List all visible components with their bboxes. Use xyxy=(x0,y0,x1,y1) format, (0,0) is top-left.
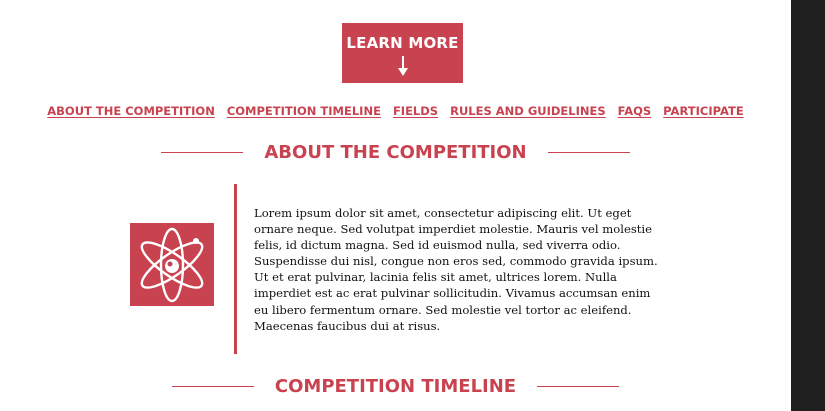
atom-icon xyxy=(130,223,214,306)
learn-more-button[interactable]: LEARN MORE xyxy=(342,23,463,83)
content-divider xyxy=(234,184,237,354)
timeline-heading: COMPETITION TIMELINE xyxy=(274,375,517,397)
nav-about-link[interactable]: About the Competition xyxy=(47,104,215,118)
nav-rules-link[interactable]: Rules and Guidelines xyxy=(450,104,606,118)
timeline-heading-row: COMPETITION TIMELINE xyxy=(0,374,791,398)
nav-fields-link[interactable]: Fields xyxy=(393,104,438,118)
arrow-down-icon xyxy=(398,56,408,76)
nav-participate-link[interactable]: Participate xyxy=(663,104,744,118)
heading-rule-right xyxy=(547,151,630,153)
about-heading-row: ABOUT THE COMPETITION xyxy=(0,140,791,164)
right-edge-bar xyxy=(791,0,825,411)
heading-rule-right xyxy=(537,385,620,387)
about-body-text: Lorem ipsum dolor sit amet, consectetur … xyxy=(254,206,658,333)
nav-faqs-link[interactable]: FAQs xyxy=(618,104,652,118)
nav-timeline-link[interactable]: Competition Timeline xyxy=(227,104,381,118)
heading-rule-left xyxy=(161,151,244,153)
learn-more-label: LEARN MORE xyxy=(346,34,459,52)
heading-rule-left xyxy=(171,385,254,387)
about-heading: ABOUT THE COMPETITION xyxy=(264,141,527,163)
section-nav: About the Competition Competition Timeli… xyxy=(0,104,791,118)
